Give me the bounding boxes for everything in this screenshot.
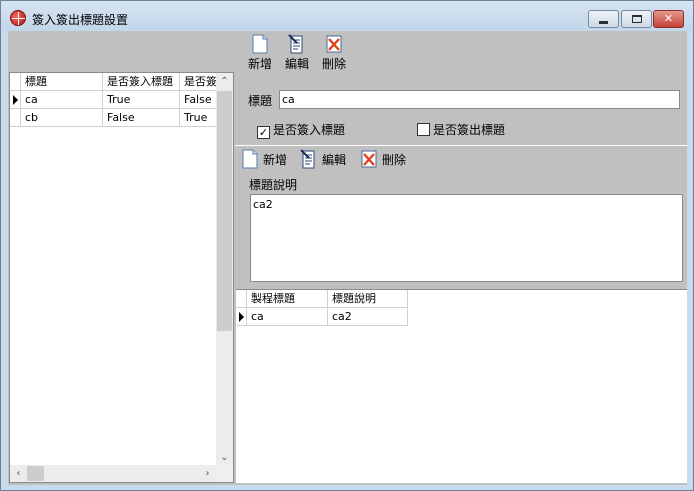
title-grid[interactable]: 標題 是否簽入標題 是否簽 ca True False cb False Tru… bbox=[9, 72, 234, 483]
process-title-grid[interactable]: 製程標題 標題說明 ca ca2 bbox=[236, 289, 687, 483]
sub-delete-label: 刪除 bbox=[382, 152, 407, 167]
table-cell[interactable]: ca2 bbox=[328, 308, 408, 326]
checkout-label: 是否簽出標題 bbox=[433, 123, 506, 137]
checkin-label: 是否簽入標題 bbox=[273, 123, 346, 137]
column-header-checkout[interactable]: 是否簽 bbox=[180, 73, 216, 91]
new-document-icon bbox=[252, 34, 268, 54]
row-header[interactable] bbox=[10, 109, 21, 127]
delete-button-label: 刪除 bbox=[321, 57, 346, 71]
edit-document-icon bbox=[300, 149, 315, 169]
row-header[interactable] bbox=[10, 91, 21, 109]
minimize-button[interactable] bbox=[588, 10, 619, 28]
table-cell[interactable]: False bbox=[103, 109, 180, 127]
horizontal-scrollbar[interactable]: ‹ › bbox=[10, 465, 216, 482]
client-area: 新增 編輯 刪除 標題 是否簽入標題 是否簽 ca True False cb … bbox=[8, 31, 687, 485]
main-toolbar: 新增 編輯 刪除 bbox=[8, 31, 687, 71]
scroll-thumb[interactable] bbox=[217, 91, 232, 331]
title-bar[interactable]: 簽入簽出標題設置 ✕ bbox=[1, 1, 693, 31]
scroll-left-icon[interactable]: ‹ bbox=[10, 465, 27, 482]
table-cell[interactable]: False bbox=[180, 91, 216, 109]
table-cell[interactable]: ca bbox=[247, 308, 328, 326]
column-header-title[interactable]: 標題 bbox=[21, 73, 103, 91]
table-cell[interactable]: cb bbox=[21, 109, 103, 127]
table-cell[interactable]: True bbox=[180, 109, 216, 127]
table-cell[interactable]: ca bbox=[21, 91, 103, 109]
new-document-icon bbox=[242, 149, 258, 169]
title-field[interactable]: ca bbox=[279, 90, 680, 109]
delete-button[interactable]: 刪除 bbox=[317, 34, 351, 72]
description-label: 標題說明 bbox=[249, 178, 298, 192]
edit-button-label: 編輯 bbox=[284, 57, 309, 71]
row-header[interactable] bbox=[236, 308, 247, 326]
description-toolbar: 新增 編輯 刪除 bbox=[235, 145, 687, 171]
title-label: 標題 bbox=[248, 94, 273, 108]
minimize-icon bbox=[599, 21, 608, 24]
checkbox-unchecked-icon bbox=[417, 123, 430, 136]
new-button[interactable]: 新增 bbox=[243, 34, 277, 72]
close-button[interactable]: ✕ bbox=[653, 10, 684, 28]
checkout-checkbox[interactable]: 是否簽出標題 bbox=[417, 121, 505, 137]
vertical-scrollbar[interactable]: ⌃ ⌄ bbox=[216, 73, 233, 466]
main-window: 簽入簽出標題設置 ✕ 新增 編輯 刪除 標題 是否簽入標題 是否簽 ca Tru… bbox=[0, 0, 694, 491]
column-header-checkin[interactable]: 是否簽入標題 bbox=[103, 73, 180, 91]
sub-new-button[interactable]: 新增 bbox=[241, 149, 287, 169]
maximize-button[interactable] bbox=[621, 10, 652, 28]
grid-header: 標題 是否簽入標題 是否簽 bbox=[10, 73, 216, 91]
edit-document-icon bbox=[288, 34, 303, 54]
corner-header bbox=[10, 73, 21, 91]
sub-new-label: 新增 bbox=[263, 152, 288, 167]
detail-panel: 標題 ca ✓ 是否簽入標題 是否簽出標題 新增 編輯 刪除 標題說明 ca2 … bbox=[235, 72, 687, 484]
window-title: 簽入簽出標題設置 bbox=[32, 13, 129, 27]
sub-edit-button[interactable]: 編輯 bbox=[300, 149, 346, 169]
current-row-arrow-icon bbox=[13, 95, 18, 105]
delete-icon bbox=[361, 150, 377, 168]
scroll-up-icon[interactable]: ⌃ bbox=[216, 73, 233, 90]
column-header-description[interactable]: 標題說明 bbox=[328, 290, 408, 308]
scroll-down-icon[interactable]: ⌄ bbox=[216, 449, 233, 466]
table-cell[interactable]: True bbox=[103, 91, 180, 109]
sub-delete-button[interactable]: 刪除 bbox=[360, 149, 406, 169]
close-icon: ✕ bbox=[663, 12, 674, 25]
delete-icon bbox=[326, 35, 342, 53]
maximize-icon bbox=[632, 15, 642, 23]
corner-header bbox=[236, 290, 247, 308]
new-button-label: 新增 bbox=[247, 57, 272, 71]
sub-edit-label: 編輯 bbox=[322, 152, 347, 167]
column-header-process-title[interactable]: 製程標題 bbox=[247, 290, 328, 308]
scroll-thumb[interactable] bbox=[27, 466, 44, 481]
checkin-checkbox[interactable]: ✓ 是否簽入標題 bbox=[257, 121, 346, 139]
app-globe-icon bbox=[10, 10, 26, 26]
checkbox-checked-icon: ✓ bbox=[257, 126, 270, 139]
edit-button[interactable]: 編輯 bbox=[280, 34, 314, 72]
scroll-corner bbox=[216, 465, 233, 482]
description-textarea[interactable]: ca2 bbox=[250, 194, 683, 282]
scroll-right-icon[interactable]: › bbox=[199, 465, 216, 482]
current-row-arrow-icon bbox=[239, 312, 244, 322]
